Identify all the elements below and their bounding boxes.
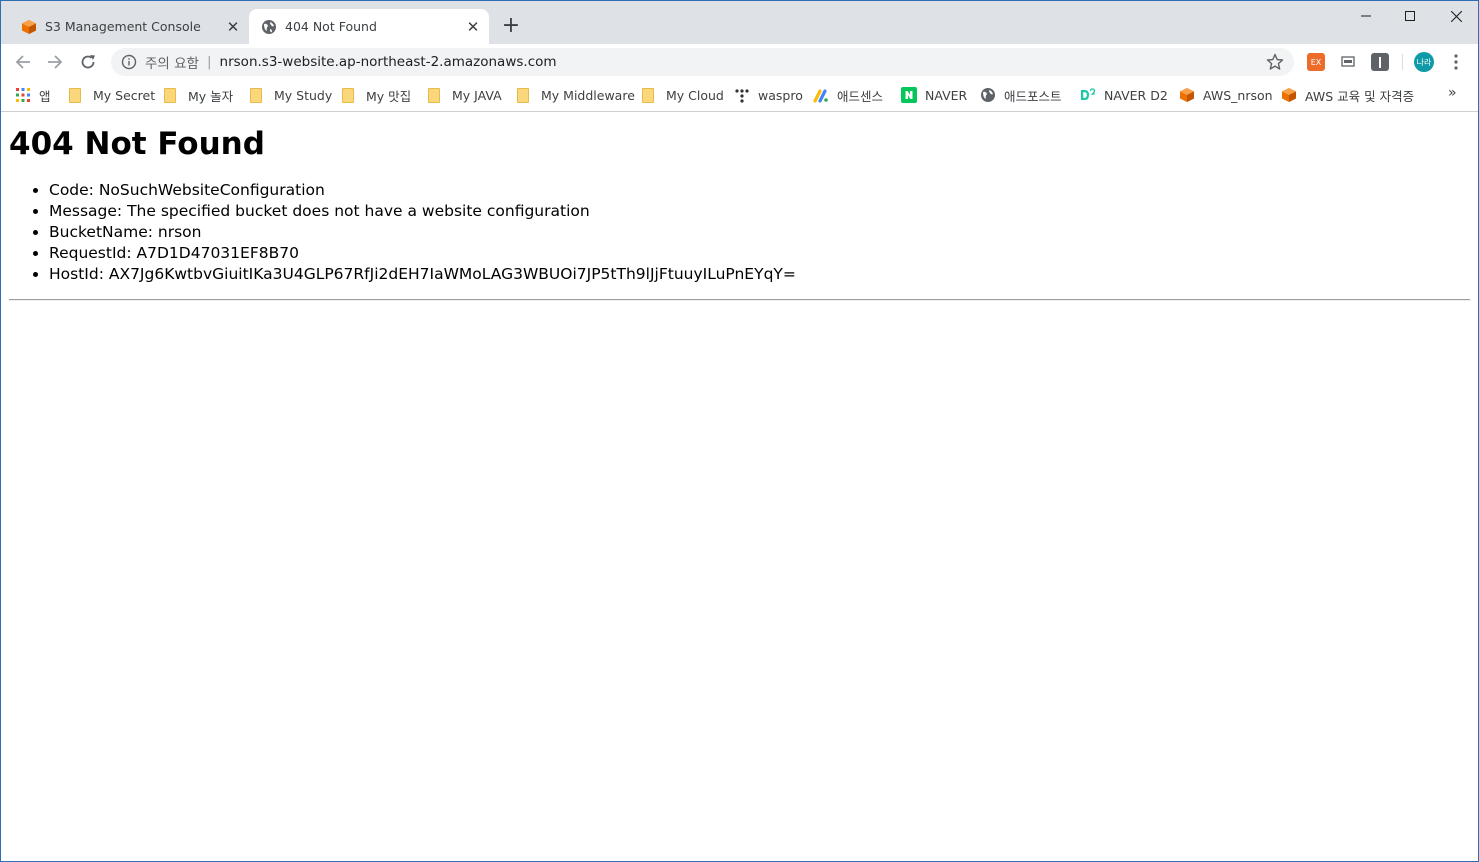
bookmark-folder-my-middleware[interactable]: My Middleware: [515, 85, 635, 105]
error-details-list: Code: NoSuchWebsiteConfiguration Message…: [9, 180, 1470, 285]
info-icon[interactable]: [121, 54, 137, 70]
bookmark-aws-nrson[interactable]: AWS_nrson: [1179, 85, 1273, 105]
bookmark-folder-my-cloud[interactable]: My Cloud: [640, 85, 724, 105]
d2-icon: [1081, 88, 1096, 100]
aws-cube-icon: [1282, 88, 1296, 102]
dots-icon: [735, 89, 749, 103]
page-content: 404 Not Found Code: NoSuchWebsiteConfigu…: [9, 112, 1470, 301]
url-text[interactable]: nrson.s3-website.ap-northeast-2.amazonaw…: [220, 54, 557, 70]
folder-icon: [342, 87, 354, 103]
bookmark-label: waspro: [758, 87, 803, 103]
minimize-button[interactable]: [1342, 1, 1390, 31]
host-id: HostId: AX7Jg6KwtbvGiuitIKa3U4GLP67RfJi2…: [49, 264, 1470, 285]
bookmark-label: My JAVA: [452, 87, 502, 103]
bookmark-label: NAVER: [925, 87, 968, 103]
maximize-button[interactable]: [1386, 1, 1434, 31]
bookmark-label: AWS_nrson: [1203, 87, 1273, 103]
folder-icon: [428, 87, 440, 103]
arrow-left-icon: [15, 55, 30, 69]
address-divider: |: [206, 54, 212, 70]
bookmark-label: My 놀자: [188, 88, 234, 104]
horizontal-rule: [9, 299, 1470, 301]
folder-icon: [69, 87, 81, 103]
tab-strip: S3 Management Console ✕ 404 Not Found ✕ …: [1, 1, 1478, 44]
bookmark-folder-my-secret[interactable]: My Secret: [67, 85, 155, 105]
bookmark-star-icon[interactable]: [1266, 53, 1284, 71]
maximize-icon: [1405, 11, 1415, 21]
bookmark-label: NAVER D2: [1104, 87, 1168, 103]
bookmark-folder-my-java[interactable]: My JAVA: [426, 85, 502, 105]
bookmark-label: My Middleware: [541, 87, 635, 103]
new-tab-button[interactable]: +: [499, 13, 523, 39]
bookmark-label: 애드센스: [837, 88, 884, 104]
bookmark-adpost[interactable]: 애드포스트: [980, 85, 1062, 105]
tab-404-not-found[interactable]: 404 Not Found ✕: [249, 9, 489, 44]
error-message: Message: The specified bucket does not h…: [49, 201, 1470, 222]
close-icon: [1450, 10, 1462, 22]
folder-icon: [517, 87, 529, 103]
bookmark-apps[interactable]: 앱: [15, 85, 51, 105]
naver-icon: [901, 87, 917, 103]
page-title: 404 Not Found: [9, 126, 265, 162]
bookmark-adsense[interactable]: 애드센스: [813, 85, 883, 105]
profile-avatar[interactable]: 나라: [1414, 52, 1434, 72]
error-code: Code: NoSuchWebsiteConfiguration: [49, 180, 1470, 201]
folder-icon: [250, 87, 262, 103]
globe-icon: [981, 88, 995, 102]
tab-s3-console[interactable]: S3 Management Console ✕: [9, 9, 249, 44]
bookmark-aws-training[interactable]: AWS 교육 및 자격증: [1281, 85, 1414, 105]
arrow-right-icon: [48, 55, 63, 69]
close-tab-icon[interactable]: ✕: [461, 18, 485, 36]
minimize-icon: [1361, 15, 1371, 17]
bookmark-naver[interactable]: NAVER: [901, 85, 967, 105]
bookmark-folder-my-food[interactable]: My 맛집: [340, 85, 411, 105]
bookmark-label: My Study: [274, 87, 333, 103]
tab-title: 404 Not Found: [285, 19, 377, 34]
more-bookmarks-chevron-icon[interactable]: »: [1448, 85, 1457, 101]
folder-icon: [164, 87, 176, 103]
bookmark-waspro[interactable]: waspro: [734, 85, 803, 105]
bookmark-label: My Secret: [93, 87, 156, 103]
reload-button[interactable]: [74, 48, 102, 76]
bucket-name: BucketName: nrson: [49, 222, 1470, 243]
bookmark-label: My Cloud: [666, 87, 724, 103]
aws-cube-icon: [22, 19, 36, 34]
request-id: RequestId: A7D1D47031EF8B70: [49, 243, 1470, 264]
extension-screen-icon[interactable]: [1339, 53, 1357, 71]
address-bar[interactable]: 주의 요함 | nrson.s3-website.ap-northeast-2.…: [111, 48, 1294, 76]
extension-ex-icon[interactable]: EX: [1307, 53, 1325, 71]
folder-icon: [642, 87, 654, 103]
globe-icon: [262, 19, 276, 34]
browser-toolbar: 주의 요함 | nrson.s3-website.ap-northeast-2.…: [1, 44, 1478, 79]
adsense-icon: [813, 89, 828, 103]
more-menu-icon[interactable]: [1450, 53, 1462, 71]
bookmark-label: 앱: [39, 88, 51, 104]
bookmarks-bar: 앱 My Secret My 놀자 My Study My 맛집 My JAVA…: [1, 79, 1478, 112]
bookmark-label: AWS 교육 및 자격증: [1305, 88, 1415, 104]
reload-icon: [81, 55, 95, 69]
extension-info-icon[interactable]: [1371, 53, 1389, 71]
close-window-button[interactable]: [1432, 1, 1479, 31]
bookmark-folder-my-play[interactable]: My 놀자: [162, 85, 233, 105]
forward-button[interactable]: [41, 48, 69, 76]
aws-cube-icon: [1180, 88, 1194, 102]
bookmark-label: My 맛집: [366, 88, 412, 104]
bookmark-label: 애드포스트: [1004, 88, 1062, 104]
close-tab-icon[interactable]: ✕: [221, 18, 245, 36]
security-label[interactable]: 주의 요함: [145, 52, 199, 72]
bookmark-naver-d2[interactable]: NAVER D2: [1080, 85, 1168, 105]
tab-title: S3 Management Console: [45, 19, 201, 34]
back-button[interactable]: [9, 48, 37, 76]
apps-grid-icon: [16, 88, 30, 102]
toolbar-separator: [1402, 54, 1403, 70]
bookmark-folder-my-study[interactable]: My Study: [248, 85, 332, 105]
